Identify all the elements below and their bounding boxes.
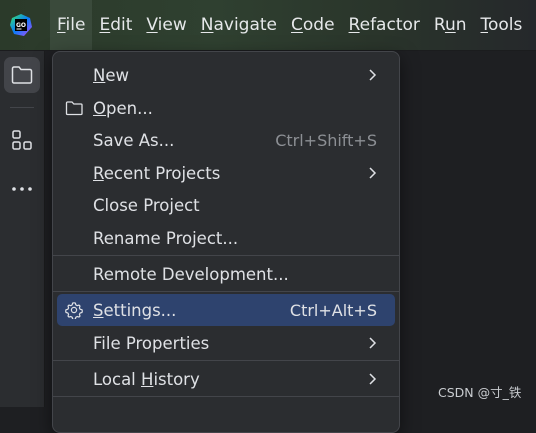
menu-view[interactable]: View bbox=[139, 0, 193, 50]
menu-item-save-as[interactable]: Save As... Ctrl+Shift+S bbox=[57, 124, 395, 156]
menu-item-settings[interactable]: Settings... Ctrl+Alt+S bbox=[57, 294, 395, 326]
menu-item-remote-development[interactable]: Remote Development... bbox=[57, 258, 395, 290]
more-tools-button[interactable] bbox=[4, 171, 40, 207]
menu-vcs-truncated[interactable]: V bbox=[529, 0, 536, 50]
chevron-right-icon bbox=[369, 167, 377, 179]
project-folder-icon bbox=[11, 66, 33, 84]
menu-edit[interactable]: Edit bbox=[92, 0, 139, 50]
project-tool-button[interactable] bbox=[4, 57, 40, 93]
file-menu-dropdown: New Open... Save As... Ctrl+Shift+S Rece… bbox=[52, 51, 400, 433]
app-logo-text: GO bbox=[16, 22, 26, 29]
settings-shortcut: Ctrl+Alt+S bbox=[289, 300, 377, 320]
menu-item-recent-projects[interactable]: Recent Projects bbox=[57, 157, 395, 189]
menu-item-local-history[interactable]: Local History bbox=[57, 363, 395, 395]
menu-refactor[interactable]: Refactor bbox=[342, 0, 427, 50]
chevron-right-icon bbox=[369, 337, 377, 349]
structure-icon bbox=[12, 130, 32, 150]
chevron-right-icon bbox=[369, 373, 377, 385]
menu-separator bbox=[53, 291, 399, 292]
menu-item-new[interactable]: New bbox=[57, 59, 395, 91]
menu-separator bbox=[53, 396, 399, 397]
gear-icon bbox=[65, 302, 83, 319]
menu-item-open[interactable]: Open... bbox=[57, 92, 395, 124]
menu-run[interactable]: Run bbox=[427, 0, 474, 50]
menu-navigate[interactable]: Navigate bbox=[194, 0, 284, 50]
menu-separator bbox=[53, 360, 399, 361]
watermark-text: CSDN @寸_铁 bbox=[438, 385, 522, 400]
folder-icon bbox=[65, 101, 83, 116]
more-icon bbox=[12, 187, 32, 191]
menu-item-file-properties[interactable]: File Properties bbox=[57, 327, 395, 359]
menu-code[interactable]: Code bbox=[284, 0, 342, 50]
main-menubar: GO File Edit View Navigate Code Refactor… bbox=[0, 0, 536, 51]
tool-separator bbox=[10, 107, 34, 108]
menu-separator bbox=[53, 255, 399, 256]
menu-item-rename-project[interactable]: Rename Project... bbox=[57, 222, 395, 254]
menu-file[interactable]: File bbox=[50, 0, 93, 50]
save-as-shortcut: Ctrl+Shift+S bbox=[275, 130, 377, 150]
chevron-right-icon bbox=[369, 69, 377, 81]
left-tool-strip bbox=[0, 51, 45, 407]
app-logo-icon[interactable]: GO bbox=[9, 13, 33, 37]
menu-tools[interactable]: Tools bbox=[474, 0, 530, 50]
structure-tool-button[interactable] bbox=[4, 122, 40, 158]
menu-item-close-project[interactable]: Close Project bbox=[57, 189, 395, 221]
